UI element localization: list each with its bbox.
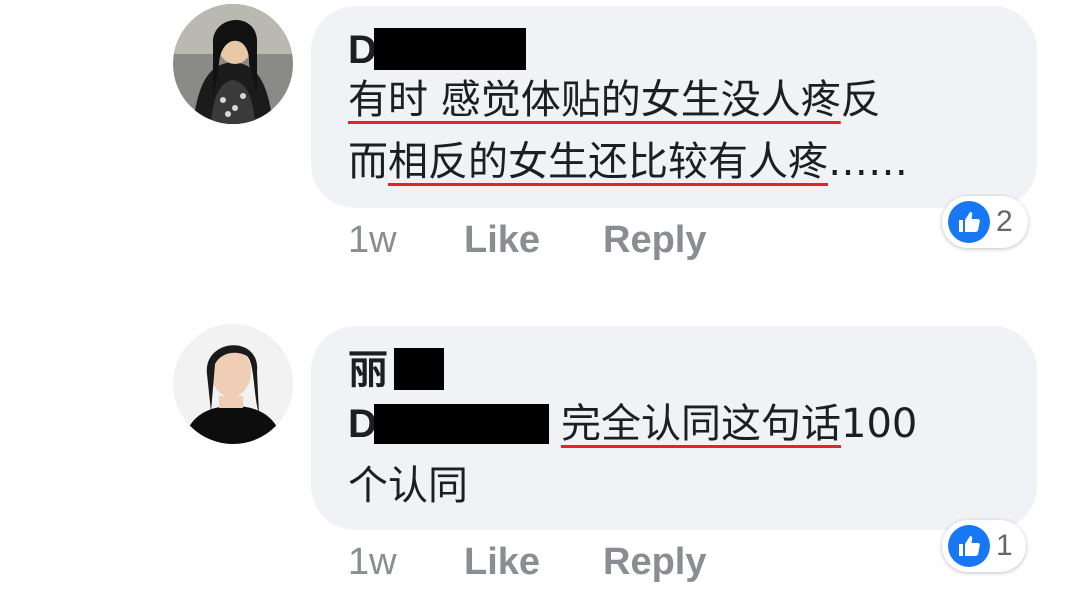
redaction-bar — [394, 348, 444, 390]
like-button[interactable]: Like — [464, 218, 540, 262]
comment-text-line: 有时 感觉体贴的女生没人疼反 — [348, 77, 881, 123]
comment-bubble: 丽 D 完全认同这句话100 个认同 — [311, 326, 1037, 530]
redaction-bar — [374, 28, 526, 70]
mention-tag[interactable]: D — [348, 402, 377, 446]
comment-text-line: 个认同 — [348, 463, 468, 509]
avatar[interactable] — [173, 324, 293, 444]
timestamp[interactable]: 1w — [348, 540, 397, 584]
reaction-count: 1 — [996, 529, 1013, 562]
comment-text-line: 而相反的女生还比较有人疼…… — [348, 139, 908, 185]
author-name[interactable]: D — [348, 28, 377, 72]
reply-button[interactable]: Reply — [603, 218, 706, 262]
thumbs-up-icon — [948, 201, 990, 243]
comment-bubble: D 有时 感觉体贴的女生没人疼反 而相反的女生还比较有人疼…… — [311, 6, 1037, 208]
comment-text-line: D — [348, 398, 377, 450]
timestamp[interactable]: 1w — [348, 218, 397, 262]
reaction-badge[interactable]: 1 — [942, 520, 1026, 572]
reply-button[interactable]: Reply — [603, 540, 706, 584]
reaction-count: 2 — [996, 205, 1013, 238]
avatar[interactable] — [173, 4, 293, 124]
author-name[interactable]: 丽 — [348, 348, 388, 392]
comment-text-line: 完全认同这句话100 — [561, 401, 918, 447]
thumbs-up-icon — [948, 525, 990, 567]
redaction-bar — [374, 404, 549, 444]
reaction-badge[interactable]: 2 — [942, 196, 1028, 248]
like-button[interactable]: Like — [464, 540, 540, 584]
